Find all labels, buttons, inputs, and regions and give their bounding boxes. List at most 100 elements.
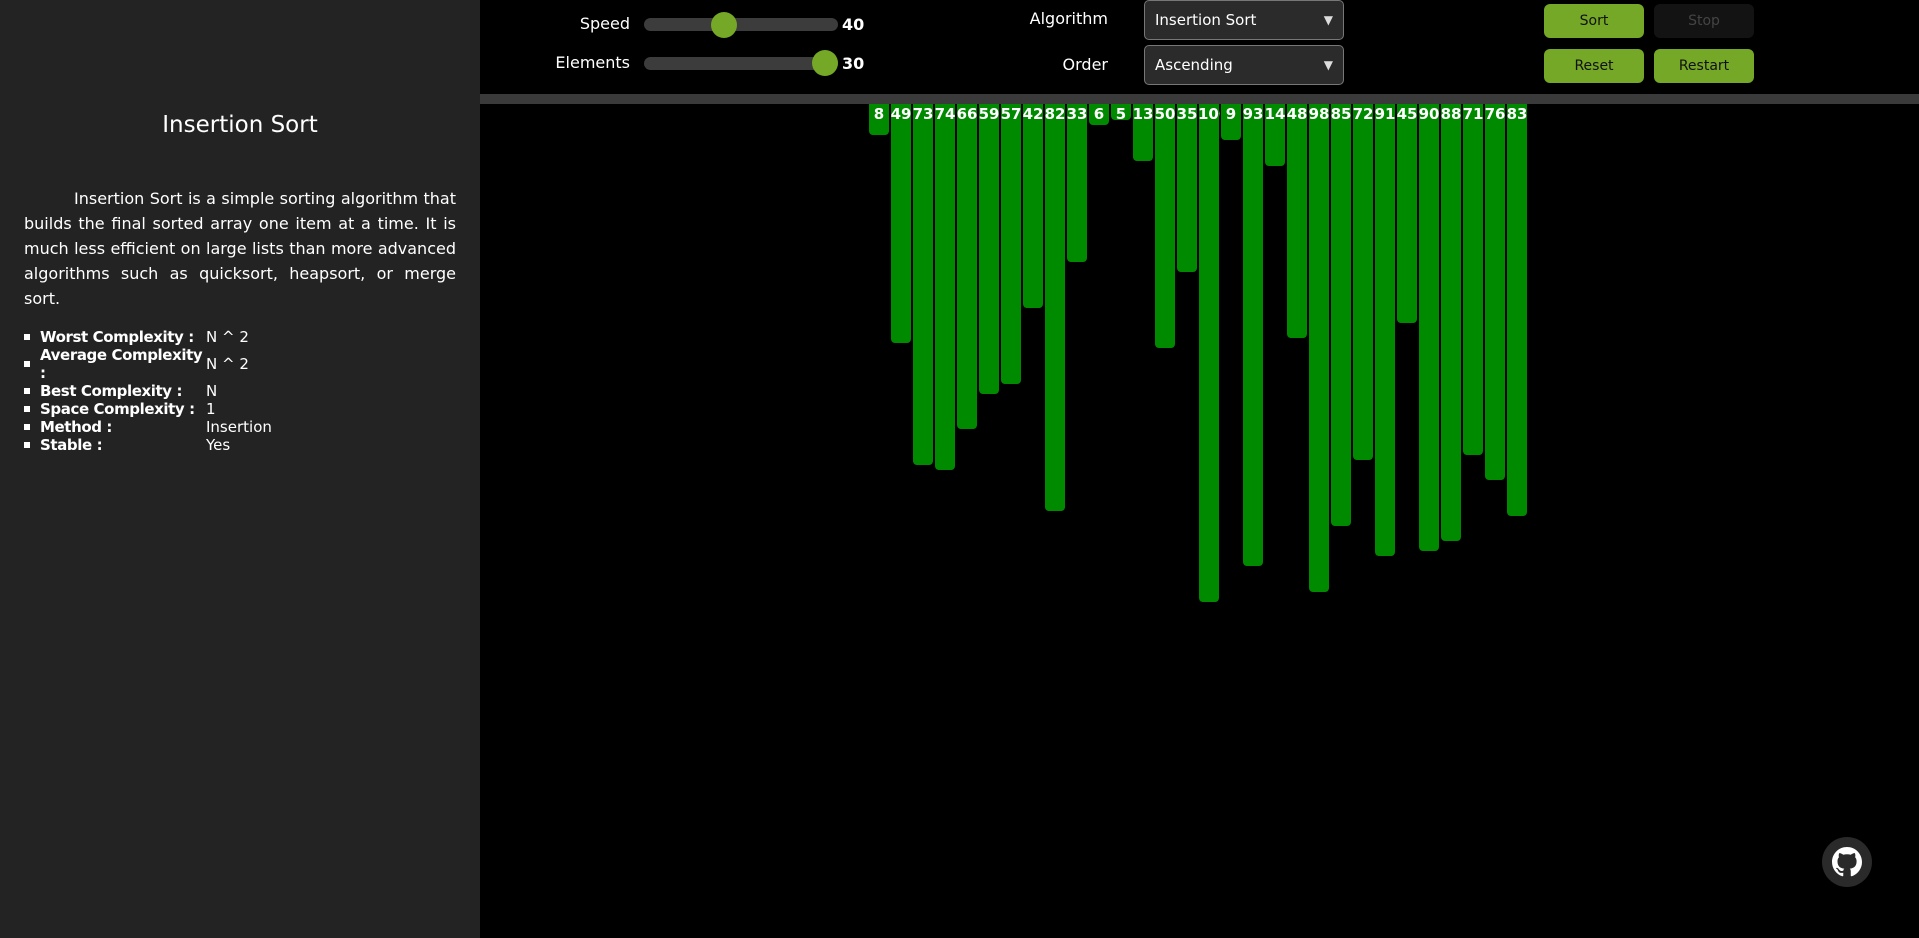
array-bar xyxy=(1045,104,1065,511)
bar-value-label: 98 xyxy=(1308,105,1330,123)
bar-value-label: 83 xyxy=(1506,105,1528,123)
bullet-icon xyxy=(24,361,30,367)
bars-visualization: 8497374665957428233651350351009931448988… xyxy=(480,104,1919,938)
algorithm-description: Insertion Sort is a simple sorting algor… xyxy=(24,189,456,308)
property-value: N ^ 2 xyxy=(206,355,249,373)
bar-value-label: 8 xyxy=(873,105,885,123)
property-value: Insertion xyxy=(206,418,272,436)
info-sidebar: Insertion Sort Insertion Sort is a simpl… xyxy=(0,0,480,938)
bullet-icon xyxy=(24,442,30,448)
bar-value-label: 90 xyxy=(1418,105,1440,123)
bar-value-label: 35 xyxy=(1176,105,1198,123)
order-select-value: Ascending xyxy=(1155,56,1233,74)
bar-value-label: 50 xyxy=(1154,105,1176,123)
speed-label: Speed xyxy=(579,14,630,33)
algorithm-select[interactable]: Insertion Sort ▼ xyxy=(1144,0,1344,40)
array-bar xyxy=(1023,104,1043,308)
array-bar xyxy=(1155,104,1175,349)
reset-button[interactable]: Reset xyxy=(1544,49,1644,83)
github-link[interactable] xyxy=(1822,837,1872,887)
algorithm-title: Insertion Sort xyxy=(162,112,318,138)
property-key: Space Complexity : xyxy=(40,400,195,418)
bar-value-label: 13 xyxy=(1132,105,1154,123)
elements-value: 30 xyxy=(842,54,865,73)
bar-value-label: 9 xyxy=(1225,105,1237,123)
bar-value-label: 82 xyxy=(1044,105,1066,123)
bar-value-label: 76 xyxy=(1484,105,1506,123)
bar-value-label: 73 xyxy=(912,105,934,123)
array-bar xyxy=(1485,104,1505,481)
speed-value: 40 xyxy=(842,15,865,34)
algorithm-label: Algorithm xyxy=(1029,9,1108,28)
bullet-icon xyxy=(24,406,30,412)
complexity-list: Worst Complexity : N ^ 2 Average Complexit… xyxy=(24,328,272,454)
sort-button[interactable]: Sort xyxy=(1544,4,1644,38)
property-item: Method : Insertion xyxy=(24,418,272,436)
property-item: Space Complexity : 1 xyxy=(24,400,272,418)
array-bar xyxy=(913,104,933,465)
elements-label: Elements xyxy=(555,53,630,72)
chevron-down-icon: ▼ xyxy=(1323,58,1333,72)
speed-slider-thumb[interactable] xyxy=(711,12,738,38)
bar-value-label: 88 xyxy=(1440,105,1462,123)
bar-value-label: 74 xyxy=(934,105,956,123)
divider xyxy=(480,94,1919,104)
property-key: Average Complexity : xyxy=(40,346,203,382)
bar-value-label: 49 xyxy=(890,105,912,123)
property-value: N ^ 2 xyxy=(206,328,249,346)
property-key: Worst Complexity : xyxy=(40,328,194,346)
array-bar xyxy=(1397,104,1417,323)
bar-value-label: 6 xyxy=(1093,105,1105,123)
elements-slider-thumb[interactable] xyxy=(812,50,838,76)
bar-value-label: 45 xyxy=(1396,105,1418,123)
array-bar xyxy=(1287,104,1307,339)
bar-value-label: 14 xyxy=(1264,105,1286,123)
elements-slider[interactable] xyxy=(644,57,838,70)
bar-value-label: 42 xyxy=(1022,105,1044,123)
array-bar xyxy=(891,104,911,344)
bar-value-label: 5 xyxy=(1115,105,1127,123)
property-item: Best Complexity : N xyxy=(24,382,272,400)
stop-button[interactable]: Stop xyxy=(1654,4,1754,38)
array-bar xyxy=(979,104,999,394)
bar-value-label: 100 xyxy=(1198,105,1220,123)
array-bar xyxy=(1353,104,1373,460)
bar-value-label: 48 xyxy=(1286,105,1308,123)
array-bar xyxy=(1177,104,1197,273)
property-item: Worst Complexity : N ^ 2 xyxy=(24,328,272,346)
array-bar xyxy=(1331,104,1351,526)
bullet-icon xyxy=(24,424,30,430)
bar-value-label: 59 xyxy=(978,105,1000,123)
array-bar xyxy=(1067,104,1087,263)
property-key: Best Complexity : xyxy=(40,382,183,400)
property-key: Stable : xyxy=(40,436,103,454)
chevron-down-icon: ▼ xyxy=(1323,13,1333,27)
speed-slider[interactable] xyxy=(644,18,838,31)
algorithm-select-value: Insertion Sort xyxy=(1155,11,1257,29)
property-value: 1 xyxy=(206,400,216,418)
property-key: Method : xyxy=(40,418,113,436)
array-bar xyxy=(1463,104,1483,455)
bar-value-label: 91 xyxy=(1374,105,1396,123)
property-value: Yes xyxy=(206,436,231,454)
array-bar xyxy=(1243,104,1263,567)
array-bar xyxy=(1375,104,1395,557)
control-bar: Speed 40 Elements 30 Algorithm Insertion… xyxy=(480,0,1919,94)
property-value: N xyxy=(206,382,218,400)
array-bar xyxy=(1507,104,1527,516)
array-bar xyxy=(1419,104,1439,552)
array-bar xyxy=(1441,104,1461,542)
bullet-icon xyxy=(24,388,30,394)
property-item: Average Complexity :N ^ 2 xyxy=(24,346,272,382)
bar-value-label: 57 xyxy=(1000,105,1022,123)
restart-button[interactable]: Restart xyxy=(1654,49,1754,83)
bar-value-label: 71 xyxy=(1462,105,1484,123)
bar-value-label: 93 xyxy=(1242,105,1264,123)
array-bar xyxy=(1309,104,1329,592)
bar-value-label: 85 xyxy=(1330,105,1352,123)
order-select[interactable]: Ascending ▼ xyxy=(1144,45,1344,85)
array-bar xyxy=(1001,104,1021,384)
bar-value-label: 66 xyxy=(956,105,978,123)
bar-value-label: 72 xyxy=(1352,105,1374,123)
order-label: Order xyxy=(1062,55,1108,74)
